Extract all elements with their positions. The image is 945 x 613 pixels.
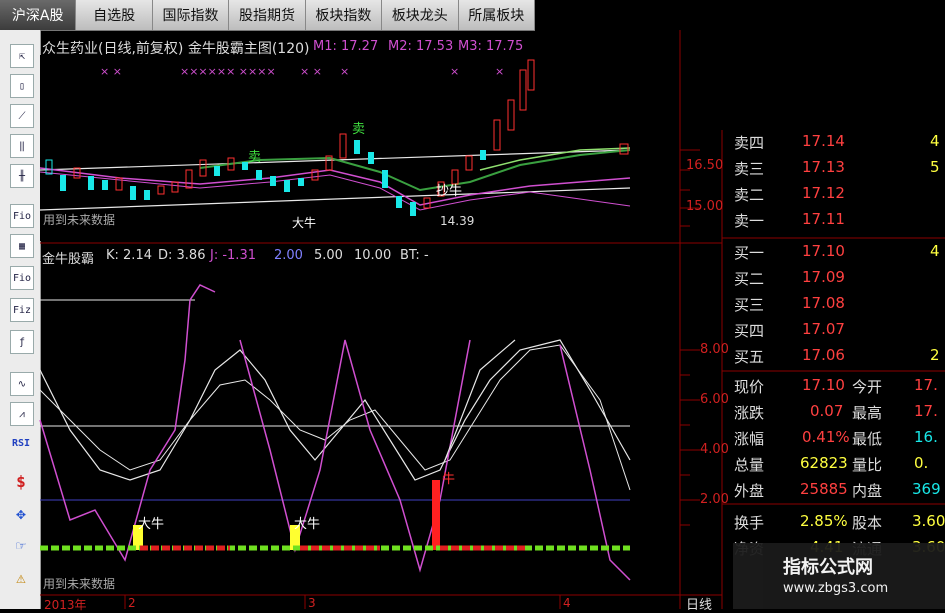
indicator-k: K: 2.14 — [106, 248, 152, 263]
bid-row-3: 买三 17.08 — [734, 294, 845, 314]
ask-row-2: 卖二 17.12 — [734, 184, 845, 204]
ma-m1: M1: 17.27 — [313, 39, 379, 54]
buy-marker: 抄牛 — [436, 184, 463, 199]
ma-m2: M2: 17.53 — [388, 39, 454, 54]
future-data-note: 用到未来数据 — [43, 213, 116, 227]
period-label[interactable]: 日线 — [686, 594, 712, 613]
sell-marker-2: 卖 — [352, 122, 366, 137]
chart-title: 众生药业(日线,前复权) 金牛股霸主图(120) — [42, 41, 310, 57]
stat-row-change: 涨跌 0.07 最高 17. — [734, 402, 938, 422]
indicator-name: 金牛股霸 — [42, 252, 95, 267]
stat-row-price: 现价 17.10 今开 17. — [734, 376, 938, 396]
date-year: 2013年 — [44, 598, 87, 612]
price-tick-1650: 16.50 — [686, 158, 724, 173]
k-line-b — [444, 339, 516, 461]
k-line — [39, 339, 631, 481]
svg-text:×: × — [450, 65, 459, 78]
ask-row-1: 卖一 17.11 — [734, 210, 845, 230]
svg-text:×××××× ××××: ×××××× ×××× — [180, 65, 276, 78]
svg-text:×: × — [495, 65, 504, 78]
stat-row-turnover: 换手 2.85% 股本 3.60 — [734, 512, 945, 532]
big-bull-marker: 大牛 — [292, 216, 317, 230]
signal-bull: 牛 — [442, 472, 456, 487]
indicator-5: 5.00 — [314, 248, 343, 263]
sell-marker-1: 卖 — [248, 150, 262, 165]
indicator-2: 2.00 — [274, 248, 303, 263]
indicator-d: D: 3.86 — [158, 248, 206, 263]
indicator-j: J: -1.31 — [210, 248, 256, 263]
signal-big-bull-2: 大牛 — [294, 517, 321, 532]
svg-text:×: × — [340, 65, 349, 78]
bid-row-1: 买一 17.10 4 — [734, 242, 940, 262]
ma-m3: M3: 17.75 — [458, 39, 524, 54]
indicator-future-note: 用到未来数据 — [43, 577, 116, 591]
indicator-axis-ticks — [680, 349, 700, 526]
date-ticks — [124, 595, 561, 609]
signal-big-bull-1: 大牛 — [138, 517, 165, 532]
d-line — [39, 344, 631, 491]
bid-row-5: 买五 17.06 2 — [734, 346, 940, 366]
bid-row-4: 买四 17.07 — [734, 320, 845, 340]
stat-row-pct: 涨幅 0.41% 最低 16. — [734, 428, 938, 448]
bull-bar — [432, 480, 440, 550]
date-feb: 2 — [128, 596, 136, 610]
bid-row-2: 买二 17.09 — [734, 268, 845, 288]
indicator-10: 10.00 — [354, 248, 392, 263]
watermark-url: www.zbgs3.com — [783, 581, 889, 596]
ask-row-3: 卖三 17.13 5 — [734, 158, 940, 178]
date-apr: 4 — [563, 596, 571, 610]
stat-row-outer: 外盘 25885 内盘 369 — [734, 480, 941, 500]
indicator-bt: BT: - — [400, 248, 429, 263]
svg-text:× ×: × × — [100, 65, 122, 78]
watermark-badge: 指标公式网 www.zbgs3.com — [733, 543, 945, 609]
low-price-label: 14.39 — [440, 214, 475, 228]
date-mar: 3 — [308, 596, 316, 610]
j-line-c — [559, 344, 631, 581]
svg-text:× ×: × × — [300, 65, 322, 78]
watermark-title: 指标公式网 — [783, 557, 873, 578]
stat-row-volume: 总量 62823 量比 0. — [734, 454, 929, 474]
ask-row-4: 卖四 17.14 4 — [734, 132, 940, 152]
price-tick-1500: 15.00 — [686, 199, 724, 214]
